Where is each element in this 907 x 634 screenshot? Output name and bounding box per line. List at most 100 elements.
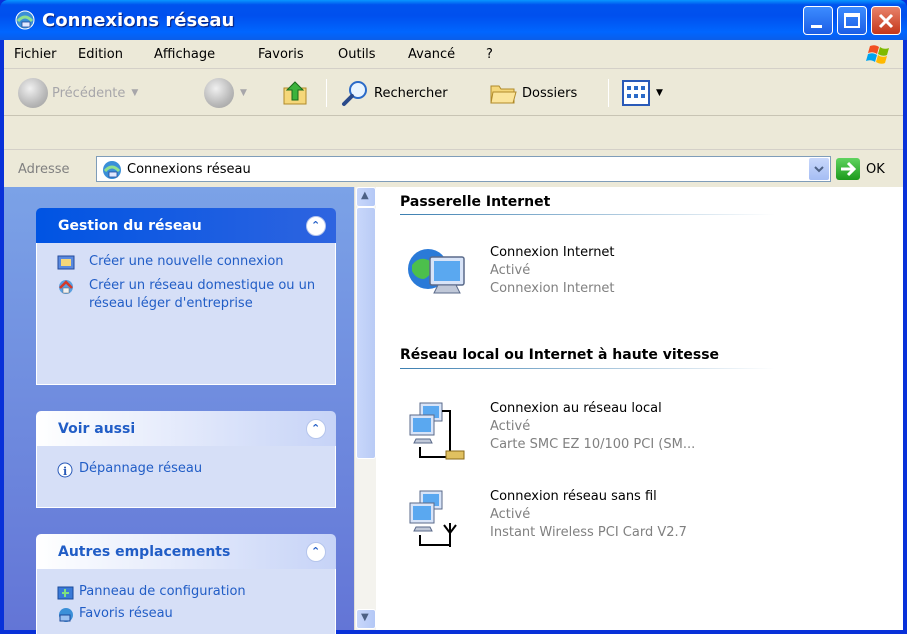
connection-item[interactable]: Connexion réseau sans fil Activé Instant… <box>406 487 876 559</box>
menu-favoris[interactable]: Favoris <box>258 47 304 62</box>
see-also-title: Voir aussi <box>58 421 136 437</box>
search-label: Rechercher <box>374 85 448 101</box>
title-bar[interactable]: Connexions réseau <box>0 0 907 40</box>
toolbar: Précédente ▼ ▼ Rechercher Dossiers ▼ <box>4 69 903 150</box>
menu-avance[interactable]: Avancé <box>408 47 455 62</box>
connection-item[interactable]: Connexion Internet Activé Connexion Inte… <box>406 243 876 315</box>
chevron-up-icon: ⌃ <box>311 545 321 558</box>
link-network-places[interactable]: Favoris réseau <box>57 605 325 623</box>
see-also-header[interactable]: Voir aussi ⌃ <box>36 411 336 446</box>
folders-label: Dossiers <box>522 85 578 101</box>
back-dropdown-icon[interactable]: ▼ <box>131 88 138 98</box>
back-arrow-icon <box>18 78 48 108</box>
collapse-button[interactable]: ⌃ <box>306 542 326 562</box>
back-button[interactable]: Précédente ▼ <box>18 76 138 110</box>
forward-dropdown-icon[interactable]: ▼ <box>240 88 247 98</box>
maximize-button[interactable] <box>837 6 867 35</box>
chevron-up-icon: ⌃ <box>311 422 321 435</box>
connections-list: Passerelle Internet Connexion Internet A… <box>376 187 903 630</box>
task-network-troubleshoot-label: Dépannage réseau <box>79 461 203 476</box>
scroll-down-button[interactable]: ▼ <box>356 609 376 629</box>
connection-name: Connexion au réseau local <box>490 401 662 416</box>
collapse-button[interactable]: ⌃ <box>306 216 326 236</box>
wireless-connection-icon <box>409 490 457 547</box>
task-home-network-label: Créer un réseau domestique ou un réseau … <box>89 278 316 311</box>
content-area: Gestion du réseau ⌃ Créer une nouvelle c… <box>4 187 903 634</box>
see-also-panel: Voir aussi ⌃ i Dépannage réseau <box>36 411 336 508</box>
chevron-down-icon: ▼ <box>361 612 369 623</box>
connection-device: Carte SMC EZ 10/100 PCI (SM... <box>490 437 696 452</box>
new-connection-icon <box>57 255 75 270</box>
address-bar: Adresse Connexions réseau OK <box>4 150 903 187</box>
menu-affichage[interactable]: Affichage <box>154 47 215 62</box>
connection-device: Connexion Internet <box>490 281 615 296</box>
other-places-title: Autres emplacements <box>58 544 231 560</box>
go-label[interactable]: OK <box>866 162 885 177</box>
task-home-network[interactable]: Créer un réseau domestique ou un réseau … <box>57 277 325 313</box>
task-network-troubleshoot[interactable]: i Dépannage réseau <box>57 460 325 478</box>
other-places-body: Panneau de configuration Favoris réseau <box>36 569 336 634</box>
collapse-button[interactable]: ⌃ <box>306 419 326 439</box>
minimize-button[interactable] <box>803 6 833 35</box>
connection-status: Activé <box>490 263 531 278</box>
toolbar-separator <box>326 79 327 107</box>
group-title-lan-highspeed: Réseau local ou Internet à haute vitesse <box>400 347 720 363</box>
task-pane-scrollbar[interactable]: ▲ ▼ <box>354 187 376 630</box>
network-tasks-header[interactable]: Gestion du réseau ⌃ <box>36 208 336 243</box>
address-input[interactable]: Connexions réseau <box>96 156 831 182</box>
views-icon <box>622 80 650 106</box>
forward-button[interactable]: ▼ <box>204 76 247 110</box>
task-create-connection[interactable]: Créer une nouvelle connexion <box>57 253 325 271</box>
menu-bar: Fichier Edition Affichage Favoris Outils… <box>4 40 903 69</box>
go-button[interactable] <box>836 158 860 180</box>
menu-fichier[interactable]: Fichier <box>14 47 57 62</box>
folders-icon <box>490 85 517 104</box>
views-button[interactable]: ▼ <box>622 76 663 110</box>
close-icon <box>878 13 894 29</box>
other-places-panel: Autres emplacements ⌃ Panneau de configu… <box>36 534 336 634</box>
link-network-places-label: Favoris réseau <box>79 606 173 621</box>
menu-help[interactable]: ? <box>486 47 493 62</box>
search-button[interactable]: Rechercher <box>340 76 448 110</box>
network-places-icon <box>59 608 73 622</box>
connection-name: Connexion réseau sans fil <box>490 489 657 504</box>
close-button[interactable] <box>871 6 901 35</box>
scroll-up-button[interactable]: ▲ <box>356 187 376 207</box>
folders-button[interactable]: Dossiers <box>488 76 577 110</box>
control-panel-icon <box>57 586 74 600</box>
link-control-panel[interactable]: Panneau de configuration <box>57 583 325 601</box>
network-tasks-panel: Gestion du réseau ⌃ Créer une nouvelle c… <box>36 208 336 385</box>
network-tasks-body: Créer une nouvelle connexion Créer un ré… <box>36 243 336 385</box>
menu-edition[interactable]: Edition <box>78 47 123 62</box>
up-folder-button[interactable] <box>281 76 311 110</box>
connection-item[interactable]: Connexion au réseau local Activé Carte S… <box>406 399 876 471</box>
views-dropdown-icon[interactable]: ▼ <box>656 88 663 98</box>
up-folder-icon <box>283 81 307 105</box>
address-value: Connexions réseau <box>127 162 251 177</box>
back-label: Précédente <box>52 85 126 101</box>
search-icon <box>342 81 367 106</box>
network-connections-icon <box>15 10 35 30</box>
network-tasks-title: Gestion du réseau <box>58 218 202 234</box>
group-divider <box>400 214 775 215</box>
toolbar-separator <box>608 79 609 107</box>
windows-logo-icon <box>866 45 889 64</box>
scroll-thumb[interactable] <box>356 207 376 459</box>
address-dropdown-button[interactable] <box>809 158 829 180</box>
svg-text:i: i <box>63 465 67 478</box>
internet-connection-icon <box>408 249 465 294</box>
menu-outils[interactable]: Outils <box>338 47 376 62</box>
info-icon: i <box>57 462 73 478</box>
link-control-panel-label: Panneau de configuration <box>79 584 246 599</box>
other-places-header[interactable]: Autres emplacements ⌃ <box>36 534 336 569</box>
standard-buttons-row: Précédente ▼ ▼ Rechercher Dossiers ▼ <box>4 69 903 116</box>
chevron-up-icon: ▲ <box>361 190 369 201</box>
maximize-icon <box>844 13 860 28</box>
chevron-down-icon <box>814 166 824 173</box>
task-create-connection-label: Créer une nouvelle connexion <box>89 254 284 269</box>
window-title: Connexions réseau <box>42 10 235 31</box>
group-title-internet-gateway: Passerelle Internet <box>400 194 551 210</box>
group-divider <box>400 368 775 369</box>
connection-status: Activé <box>490 419 531 434</box>
home-network-icon <box>59 280 73 294</box>
